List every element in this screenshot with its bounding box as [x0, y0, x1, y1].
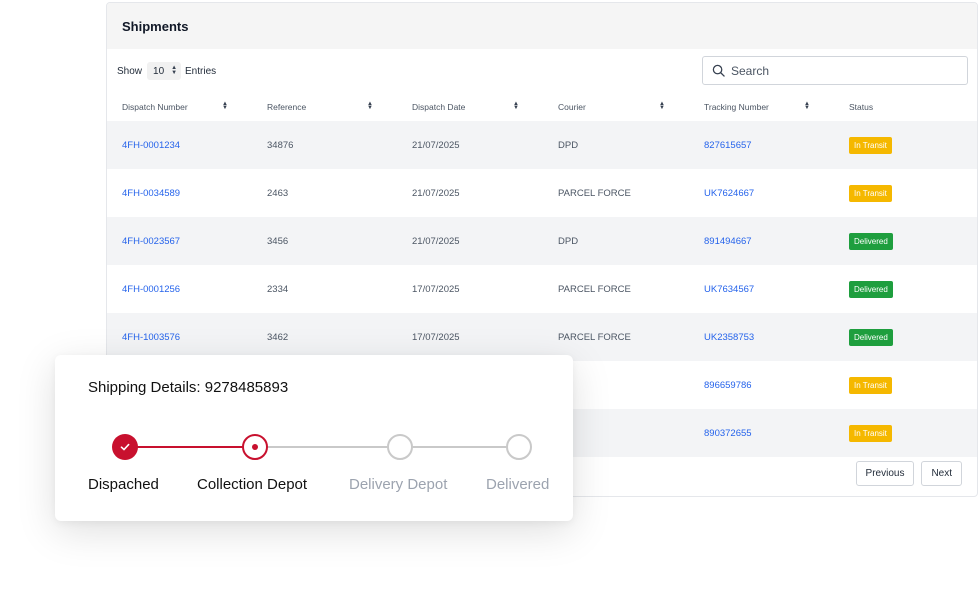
courier-cell: DPD	[558, 235, 579, 247]
status-badge: In Transit	[849, 424, 892, 442]
dispatch-date-cell: 17/07/2025	[412, 283, 460, 295]
status-badge: In Transit	[849, 376, 892, 394]
table-row[interactable]: 4FH-0001256 2334 17/07/2025 PARCEL FORCE UK7…	[107, 265, 977, 313]
tracking-number-link[interactable]: 890372655	[689, 409, 834, 457]
sort-icon[interactable]: ▲ ▼	[513, 101, 519, 111]
entries-value: 10	[153, 65, 165, 77]
column-header[interactable]: Courier ▲ ▼	[543, 93, 689, 121]
status-badge: Delivered	[849, 232, 893, 250]
panel-header: Shipments	[107, 3, 977, 49]
tracking-number-link[interactable]: UK2358753	[689, 313, 834, 361]
column-header[interactable]: Tracking Number ▲ ▼	[689, 93, 834, 121]
table-row[interactable]: 4FH-1003576 3462 17/07/2025 PARCEL FORCE UK2…	[107, 313, 977, 361]
sort-icon[interactable]: ▲ ▼	[367, 101, 373, 111]
table-row[interactable]: 4FH-0034589 2463 21/07/2025 PARCEL FORCE UK7…	[107, 169, 977, 217]
sort-icon[interactable]: ▲ ▼	[804, 101, 810, 111]
tracking-number-link[interactable]: 896659786	[689, 361, 834, 409]
step-pending-circle-icon	[506, 434, 532, 460]
status-cell: In Transit	[834, 361, 977, 409]
previous-button[interactable]: Previous	[855, 461, 915, 486]
status-cell: Delivered	[834, 313, 977, 361]
column-header[interactable]: Reference ▲ ▼	[252, 93, 397, 121]
dispatch-date-cell: 17/07/2025	[412, 331, 460, 343]
column-header: Status	[849, 102, 874, 112]
status-badge: In Transit	[849, 184, 892, 202]
step-current-dot-icon	[242, 434, 268, 460]
reference-cell: 34876	[267, 139, 294, 151]
column-header[interactable]: Dispatch Number ▲ ▼	[107, 93, 252, 121]
shipping-details-title: Shipping Details: 9278485893	[88, 379, 289, 396]
reference-cell: 3462	[267, 331, 289, 343]
step-label: Collection Depot	[197, 476, 308, 493]
column-header[interactable]: Dispatch Date ▲ ▼	[397, 93, 543, 121]
step-label: Delivered	[486, 476, 550, 493]
table-header-row: Dispatch Number ▲ ▼ Reference ▲ ▼ Dispatch D…	[107, 93, 977, 121]
status-badge: In Transit	[849, 136, 892, 154]
reference-cell: 2463	[267, 187, 289, 199]
courier-cell: PARCEL FORCE	[558, 187, 631, 199]
reference-cell: 2334	[267, 283, 289, 295]
dispatch-number-link[interactable]: 4FH-0001234	[107, 121, 252, 169]
dispatch-date-cell: 21/07/2025	[412, 187, 460, 199]
dispatch-number-link[interactable]: 4FH-0023567	[107, 217, 252, 265]
dispatch-date-cell: 21/07/2025	[412, 235, 460, 247]
panel-title: Shipments	[122, 18, 189, 34]
pagination: Previous Next	[855, 461, 962, 486]
status-badge: Delivered	[849, 328, 893, 346]
tracking-number-link[interactable]: UK7624667	[689, 169, 834, 217]
status-cell: Delivered	[834, 217, 977, 265]
dispatch-number-link[interactable]: 4FH-0001256	[107, 265, 252, 313]
search-input[interactable]	[731, 63, 951, 78]
entries-select[interactable]: 10 ▲ ▼	[147, 62, 182, 80]
status-cell: In Transit	[834, 121, 977, 169]
table-row[interactable]: 4FH-0001234 34876 21/07/2025 DPD 827615657 In…	[107, 121, 977, 169]
step-label: Delivery Depot	[349, 476, 448, 493]
tracking-number-link[interactable]: 827615657	[689, 121, 834, 169]
next-button[interactable]: Next	[921, 461, 962, 486]
table-row[interactable]: 4FH-0023567 3456 21/07/2025 DPD 891494667 Del…	[107, 217, 977, 265]
status-badge: Delivered	[849, 280, 893, 298]
shipping-details-card: Shipping Details: 9278485893 Dispached Co…	[55, 355, 573, 521]
step-label: Dispached	[88, 476, 159, 493]
table-controls: Show 10 ▲ ▼ Entries	[107, 49, 977, 93]
tracking-number-link[interactable]: 891494667	[689, 217, 834, 265]
step-complete-check-icon	[112, 434, 138, 460]
tracking-number-link[interactable]: UK7634567	[689, 265, 834, 313]
sort-icon[interactable]: ▲ ▼	[222, 101, 228, 111]
courier-cell: PARCEL FORCE	[558, 283, 631, 295]
show-label: Show	[117, 65, 143, 77]
courier-cell: DPD	[558, 139, 579, 151]
search-icon	[712, 64, 725, 77]
progress-line-complete	[125, 446, 255, 448]
step-pending-circle-icon	[387, 434, 413, 460]
sort-icon[interactable]: ▲ ▼	[659, 101, 665, 111]
dispatch-date-cell: 21/07/2025	[412, 139, 460, 151]
dispatch-number-link[interactable]: 4FH-0034589	[107, 169, 252, 217]
status-cell: In Transit	[834, 409, 977, 457]
courier-cell: PARCEL FORCE	[558, 331, 631, 343]
entries-label: Entries	[185, 65, 217, 77]
status-cell: Delivered	[834, 265, 977, 313]
reference-cell: 3456	[267, 235, 289, 247]
search-box[interactable]	[702, 56, 968, 85]
sort-arrows-icon: ▲ ▼	[171, 65, 178, 76]
status-cell: In Transit	[834, 169, 977, 217]
entries-control: Show 10 ▲ ▼ Entries	[117, 62, 216, 80]
dispatch-number-link[interactable]: 4FH-1003576	[107, 313, 252, 361]
